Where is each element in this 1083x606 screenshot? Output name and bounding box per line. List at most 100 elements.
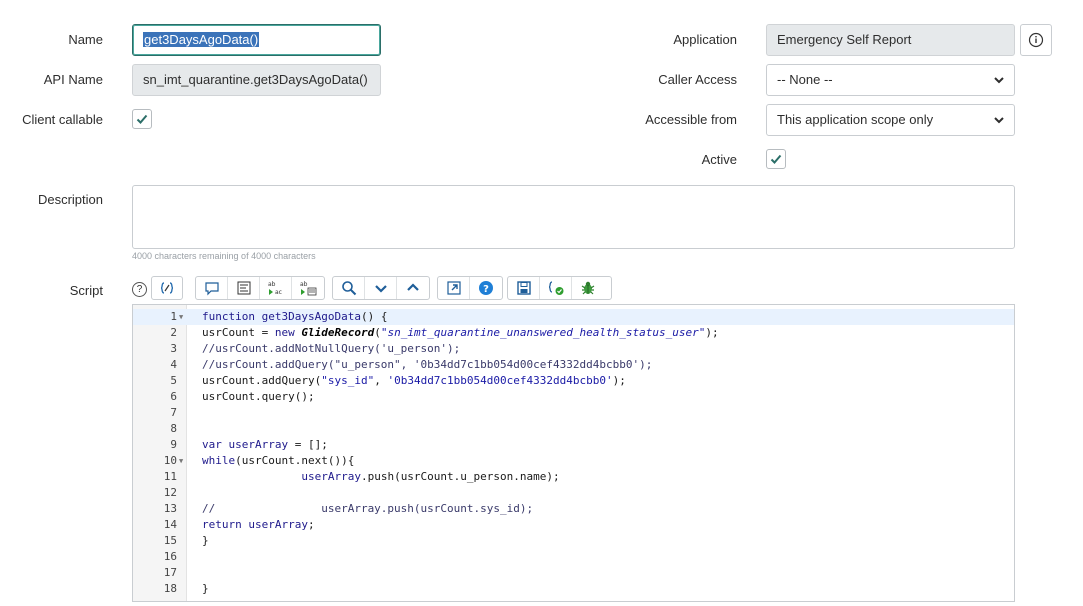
line-number: 14: [163, 518, 177, 531]
caller-access-value: -- None --: [777, 72, 833, 87]
chevron-down-icon: [994, 77, 1004, 84]
line-number: 2: [170, 326, 177, 339]
comment-button[interactable]: [196, 277, 228, 299]
api-name-label: API Name: [43, 72, 103, 87]
search-icon: [341, 281, 356, 296]
line-number: 7: [170, 406, 177, 419]
line-number: 4: [170, 358, 177, 371]
code-line[interactable]: 8: [133, 421, 1014, 437]
replace-icon: abac: [268, 281, 282, 296]
svg-text:ab: ab: [268, 281, 276, 288]
code-text: }: [202, 534, 209, 547]
help-icon[interactable]: ?: [132, 282, 147, 297]
code-text: }: [202, 582, 209, 595]
code-line[interactable]: 3 //usrCount.addNotNullQuery('u_person');: [133, 341, 1014, 357]
next-match-button[interactable]: [365, 277, 397, 299]
line-number: 11: [163, 470, 177, 483]
script-editor[interactable]: 1 ▼ function get3DaysAgoData() {2 usrCount …: [132, 304, 1015, 602]
code-text: while(usrCount.next()){: [202, 454, 355, 467]
check-syntax-icon: [548, 281, 563, 295]
save-button[interactable]: [508, 277, 540, 299]
format-button[interactable]: [228, 277, 260, 299]
name-input[interactable]: get3DaysAgoData(): [132, 24, 381, 56]
code-line[interactable]: 17: [133, 565, 1014, 581]
code-text: return userArray;: [202, 518, 315, 531]
client-callable-checkbox[interactable]: [132, 109, 152, 129]
line-number: 16: [163, 550, 177, 563]
line-number: 6: [170, 390, 177, 403]
caller-access-select[interactable]: -- None --: [766, 64, 1015, 96]
accessible-from-select[interactable]: This application scope only: [766, 104, 1015, 136]
check-syntax-button[interactable]: [540, 277, 572, 299]
save-icon: [516, 281, 531, 295]
fullscreen-button[interactable]: [438, 277, 470, 299]
toolbar-group-view: ?: [437, 276, 503, 300]
svg-text:ac: ac: [275, 289, 282, 296]
replace-button[interactable]: ab ac: [260, 277, 292, 299]
code-line[interactable]: 2 usrCount = new GlideRecord("sn_imt_quar…: [133, 325, 1014, 341]
format-code-button[interactable]: [152, 277, 182, 299]
script-help-button[interactable]: ?: [470, 277, 502, 299]
code-text: usrCount = new GlideRecord("sn_imt_quara…: [202, 326, 719, 339]
svg-text:ab: ab: [300, 281, 308, 288]
code-text: usrCount.query();: [202, 390, 315, 403]
comment-icon: [204, 282, 219, 296]
svg-text:?: ?: [483, 284, 489, 295]
fold-toggle-icon[interactable]: ▼: [179, 309, 183, 325]
line-number: 10: [163, 454, 177, 467]
format-code-icon: [160, 282, 174, 294]
line-number: 8: [170, 422, 177, 435]
api-name-field: sn_imt_quarantine.get3DaysAgoData(): [132, 64, 381, 96]
line-number: 9: [170, 438, 177, 451]
toolbar-group-search: [332, 276, 430, 300]
code-line[interactable]: 12: [133, 485, 1014, 501]
fold-toggle-icon[interactable]: ▼: [179, 453, 183, 469]
code-line[interactable]: 9 var userArray = [];: [133, 437, 1014, 453]
code-line[interactable]: 5 usrCount.addQuery("sys_id", '0b34dd7c1b…: [133, 373, 1014, 389]
caller-access-label: Caller Access: [658, 72, 737, 87]
code-line[interactable]: 6 usrCount.query();: [133, 389, 1014, 405]
line-number: 17: [163, 566, 177, 579]
description-char-count: 4000 characters remaining of 4000 charac…: [132, 251, 316, 261]
toolbar-group-format: [151, 276, 183, 300]
application-field: Emergency Self Report: [766, 24, 1015, 56]
code-line[interactable]: 10 ▼ while(usrCount.next()){: [133, 453, 1014, 469]
code-line[interactable]: 13 // userArray.push(usrCount.sys_id);: [133, 501, 1014, 517]
info-button[interactable]: [1020, 24, 1052, 56]
code-text: function get3DaysAgoData() {: [202, 310, 388, 323]
previous-icon: [407, 283, 419, 291]
debug-button[interactable]: [572, 277, 604, 299]
checkmark-icon: [770, 154, 782, 164]
format-icon: [237, 281, 250, 295]
code-line[interactable]: 11 userArray.push(usrCount.u_person.name…: [133, 469, 1014, 485]
line-number: 15: [163, 534, 177, 547]
active-checkbox[interactable]: [766, 149, 786, 169]
code-line[interactable]: 16: [133, 549, 1014, 565]
line-number: 18: [163, 582, 177, 595]
code-line[interactable]: 7: [133, 405, 1014, 421]
code-text: // userArray.push(usrCount.sys_id);: [202, 502, 534, 515]
checkmark-icon: [136, 114, 148, 124]
code-line[interactable]: 4 //usrCount.addQuery("u_person", '0b34dd…: [133, 357, 1014, 373]
code-line[interactable]: 14 return userArray;: [133, 517, 1014, 533]
previous-match-button[interactable]: [397, 277, 429, 299]
chevron-down-icon: [994, 117, 1004, 124]
name-label: Name: [68, 32, 103, 47]
code-line[interactable]: 1 ▼ function get3DaysAgoData() {: [133, 309, 1014, 325]
code-line[interactable]: 15}: [133, 533, 1014, 549]
application-label: Application: [673, 32, 737, 47]
fullscreen-icon: [446, 281, 461, 295]
script-label: Script: [69, 283, 103, 298]
info-icon: [1028, 32, 1044, 48]
line-number: 5: [170, 374, 177, 387]
code-text: userArray.push(usrCount.u_person.name);: [301, 470, 560, 483]
replace-all-button[interactable]: ab: [292, 277, 324, 299]
code-text: //usrCount.addNotNullQuery('u_person');: [202, 342, 461, 355]
code-line[interactable]: 18}: [133, 581, 1014, 597]
code-text: usrCount.addQuery("sys_id", '0b34dd7c1bb…: [202, 374, 626, 387]
search-button[interactable]: [333, 277, 365, 299]
description-textarea[interactable]: [132, 185, 1015, 249]
accessible-from-label: Accessible from: [645, 112, 737, 127]
code-text: var userArray = [];: [202, 438, 328, 451]
client-callable-label: Client callable: [22, 112, 103, 127]
